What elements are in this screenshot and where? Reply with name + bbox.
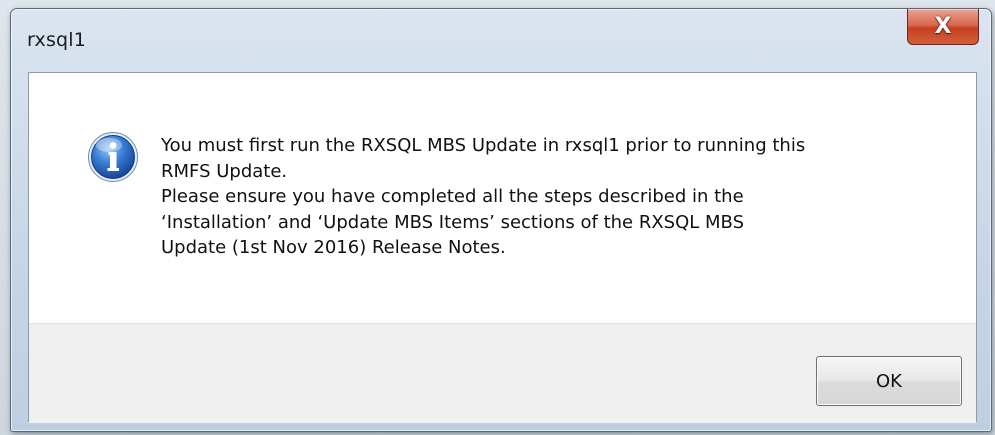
- close-button[interactable]: X: [907, 9, 979, 45]
- message-line: You must first run the RXSQL MBS Update …: [161, 135, 806, 156]
- window-title: rxsql1: [27, 29, 87, 51]
- message-box-window: rxsql1 X You must first run the RXSQL MB…: [10, 8, 992, 432]
- ok-button[interactable]: OK: [816, 356, 962, 406]
- message-line: ‘Installation’ and ‘Update MBS Items’ se…: [161, 211, 745, 233]
- info-icon: [88, 132, 138, 182]
- title-bar[interactable]: rxsql1 X: [11, 9, 991, 79]
- button-bar: OK: [29, 323, 976, 423]
- message-area: You must first run the RXSQL MBS Update …: [29, 73, 976, 323]
- close-icon: X: [934, 13, 952, 39]
- dialog-client-area: You must first run the RXSQL MBS Update …: [28, 72, 977, 423]
- message-line: Please ensure you have completed all the…: [161, 186, 744, 207]
- message-line: RMFS Update.: [161, 160, 288, 182]
- message-line: Update (1st Nov 2016) Release Notes.: [161, 237, 506, 258]
- message-text: You must first run the RXSQL MBS Update …: [161, 133, 951, 261]
